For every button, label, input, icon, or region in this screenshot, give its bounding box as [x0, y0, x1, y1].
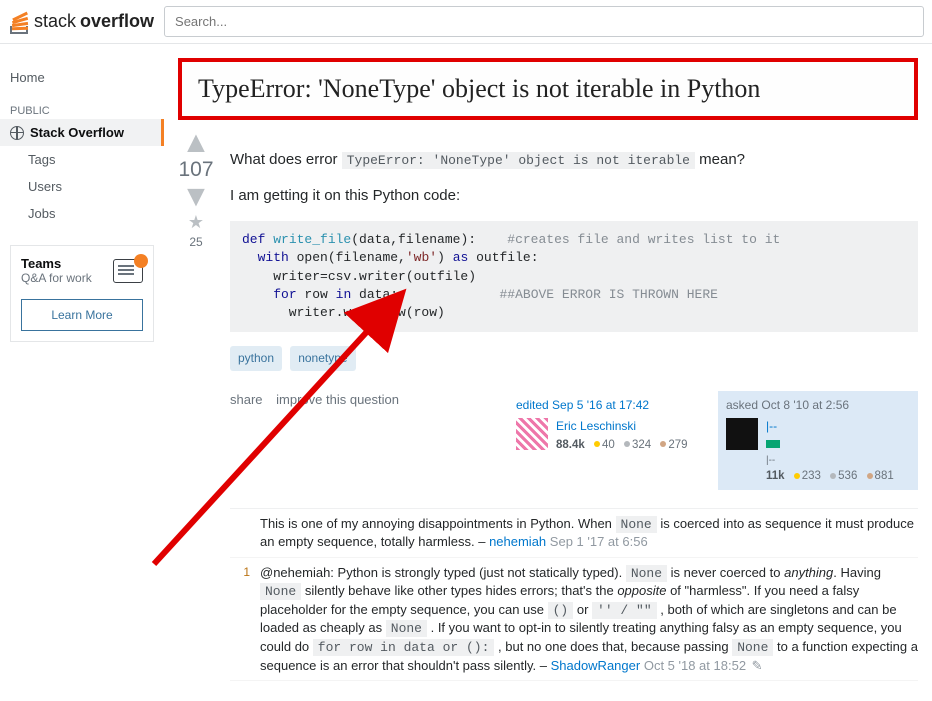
asker-bronze: 881	[875, 470, 894, 482]
c1-code-none2: None	[260, 583, 301, 600]
question-title: TypeError: 'NoneType' object is not iter…	[198, 74, 898, 104]
question-title-box: TypeError: 'NoneType' object is not iter…	[178, 58, 918, 120]
improve-link[interactable]: improve this question	[276, 392, 399, 407]
logo-text-a: stack	[34, 11, 76, 32]
comment-score	[230, 515, 250, 551]
question-intro: What does error TypeError: 'NoneType' ob…	[230, 149, 918, 170]
asker-name[interactable]: |--	[766, 418, 894, 435]
downvote-button[interactable]: ▼	[178, 188, 214, 206]
editor-rep: 88.4k 40 324 279	[556, 437, 688, 453]
content: TypeError: 'NoneType' object is not iter…	[164, 44, 932, 701]
comments: This is one of my annoying disappointmen…	[230, 508, 918, 681]
comment-text: @nehemiah: Python is strongly typed (jus…	[260, 564, 918, 674]
asked-time: asked Oct 8 '10 at 2:56	[726, 397, 910, 414]
c1-code-tuple: ()	[548, 602, 574, 619]
question-row: ▲ 107 ▼ ★ 25 What does error TypeError: …	[178, 134, 918, 681]
share-link[interactable]: share	[230, 392, 263, 407]
upvote-button[interactable]: ▲	[178, 134, 214, 152]
c1-code-none4: None	[732, 639, 773, 656]
c1-code-none: None	[626, 565, 667, 582]
vote-count: 107	[178, 158, 214, 182]
globe-icon	[10, 126, 24, 140]
favorite-button[interactable]: ★	[178, 212, 214, 233]
nav-home[interactable]: Home	[0, 64, 164, 91]
sidebar: Home PUBLIC Stack Overflow Tags Users Jo…	[0, 44, 164, 342]
post-actions: share improve this question edited Sep 5…	[230, 391, 918, 490]
nav-section-public: PUBLIC	[0, 91, 164, 119]
asker-avatar[interactable]	[726, 418, 758, 450]
asker-silver: 536	[838, 470, 857, 482]
inline-error-code: TypeError: 'NoneType' object is not iter…	[342, 152, 695, 169]
edit-pencil-icon: ✎	[752, 658, 763, 673]
topbar: stackoverflow	[0, 0, 932, 44]
c0-a: This is one of my annoying disappointmen…	[260, 516, 616, 531]
nav-so-label: Stack Overflow	[30, 125, 124, 140]
editor-avatar[interactable]	[516, 418, 548, 450]
editor-gold: 40	[602, 439, 615, 451]
question-para2: I am getting it on this Python code:	[230, 185, 918, 206]
editor-name[interactable]: Eric Leschinski	[556, 418, 688, 435]
editor-card: edited Sep 5 '16 at 17:42 Eric Leschinsk…	[508, 391, 708, 490]
asker-rep-num: 11k	[766, 470, 785, 482]
c1-code-for: for row in data or ():	[313, 639, 495, 656]
post-menu: share improve this question	[230, 391, 409, 409]
intro-text-b: mean?	[695, 151, 745, 168]
question-body: What does error TypeError: 'NoneType' ob…	[230, 134, 918, 681]
tags: python nonetype	[230, 346, 918, 371]
intro-text-a: What does error	[230, 151, 342, 168]
comment-score: 1	[230, 564, 250, 674]
comment-date: Oct 5 '18 at 18:52	[644, 658, 746, 673]
asker-rep: |-- 11k 233 536 881	[766, 437, 894, 484]
comment-date: Sep 1 '17 at 6:56	[550, 534, 648, 549]
editor-silver: 324	[632, 439, 651, 451]
c1-code-str: '' / ""	[592, 602, 657, 619]
asker-card: asked Oct 8 '10 at 2:56 |-- |-- 11k 233	[718, 391, 918, 490]
logo-text-b: overflow	[80, 11, 154, 32]
comment: 1 @nehemiah: Python is strongly typed (j…	[230, 558, 918, 681]
vote-column: ▲ 107 ▼ ★ 25	[178, 134, 214, 681]
asker-gold: 233	[802, 470, 821, 482]
nav-stackoverflow[interactable]: Stack Overflow	[0, 119, 164, 146]
search-input[interactable]	[164, 6, 924, 37]
code-block: def write_file(data,filename): #creates …	[230, 221, 918, 332]
favorite-count: 25	[178, 235, 214, 249]
teams-subtitle: Q&A for work	[21, 271, 92, 285]
tag-python[interactable]: python	[230, 346, 282, 371]
teams-title: Teams	[21, 256, 92, 271]
teams-card: Teams Q&A for work Learn More	[10, 245, 154, 342]
tag-nonetype[interactable]: nonetype	[290, 346, 355, 371]
logo[interactable]: stackoverflow	[8, 10, 154, 34]
editor-rep-num: 88.4k	[556, 439, 585, 451]
stackoverflow-icon	[8, 10, 30, 34]
comment-author[interactable]: ShadowRanger	[551, 658, 641, 673]
comment-author[interactable]: nehemiah	[489, 534, 546, 549]
c0-code1: None	[616, 516, 657, 533]
c1-code-none3: None	[386, 620, 427, 637]
briefcase-lock-icon	[113, 259, 143, 283]
nav-users[interactable]: Users	[0, 173, 164, 200]
editor-bronze: 279	[668, 439, 687, 451]
edited-time: edited Sep 5 '16 at 17:42	[516, 397, 700, 414]
nav-jobs[interactable]: Jobs	[0, 200, 164, 227]
comment: This is one of my annoying disappointmen…	[230, 509, 918, 558]
search-wrap	[164, 6, 924, 37]
nav-tags[interactable]: Tags	[0, 146, 164, 173]
learn-more-button[interactable]: Learn More	[21, 299, 143, 331]
comment-text: This is one of my annoying disappointmen…	[260, 515, 918, 551]
